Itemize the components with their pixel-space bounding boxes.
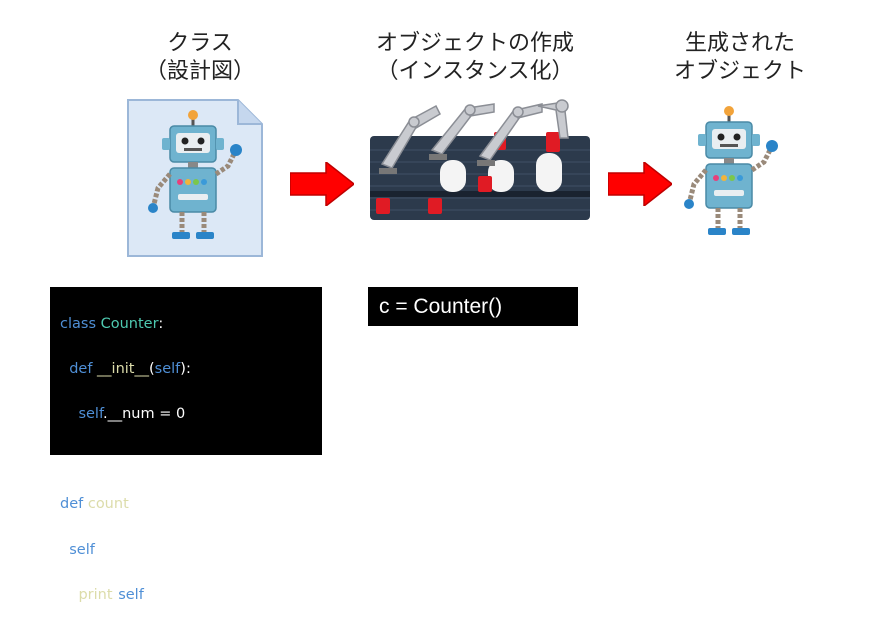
code-self: self: [69, 541, 94, 558]
code-text: .__num += 1: [93, 541, 189, 558]
code-keyword: def: [60, 496, 84, 513]
code-line-6: self.__num += 1: [60, 539, 322, 562]
code-line-2: def __init__(self):: [60, 358, 322, 381]
code-keyword: class: [60, 315, 96, 332]
code-class-name: Counter: [100, 315, 159, 332]
class-code-block: class Counter: def __init__(self): self.…: [50, 287, 322, 603]
code-function-name: __init__: [92, 360, 149, 377]
code-self: self: [118, 586, 143, 603]
code-line-7: print(self.__num): [60, 584, 322, 607]
code-line-5: def count(self):: [60, 493, 322, 516]
code-self: self: [154, 360, 181, 377]
code-function-name: print: [78, 586, 113, 603]
instantiation-heading-line2: （インスタンス化）: [376, 59, 574, 84]
code-text: .__num = 0: [103, 405, 186, 422]
code-text: :: [158, 315, 164, 332]
right-arrow-icon: [289, 160, 356, 208]
instantiation-code-block: c = Counter(): [368, 287, 578, 326]
code-self: self: [134, 496, 161, 513]
code-text: .__num): [142, 586, 201, 603]
code-self: self: [78, 405, 103, 422]
instantiation-heading-line1: オブジェクトの作成: [375, 31, 574, 56]
robot-factory-icon: [370, 98, 590, 223]
code-text: ):: [160, 496, 171, 513]
class-heading-line1: クラス: [167, 31, 233, 56]
code-line-1: class Counter:: [60, 313, 322, 336]
instantiation-heading: オブジェクトの作成 （インスタンス化）: [330, 30, 620, 86]
code-keyword: def: [69, 360, 93, 377]
code-function-name: count: [83, 496, 129, 513]
code-line-3: self.__num = 0: [60, 403, 322, 426]
robot-blueprint-icon: [126, 98, 264, 258]
right-arrow-icon: [607, 160, 674, 208]
robot-icon: [676, 104, 786, 238]
object-heading-line1: 生成された: [684, 31, 795, 56]
code-text: ):: [180, 360, 191, 377]
object-heading-line2: オブジェクト: [673, 59, 806, 84]
instantiation-code: c = Counter(): [379, 295, 503, 318]
object-heading: 生成された オブジェクト: [640, 30, 840, 86]
class-heading: クラス （設計図）: [120, 30, 280, 86]
class-heading-line2: （設計図）: [144, 59, 255, 84]
